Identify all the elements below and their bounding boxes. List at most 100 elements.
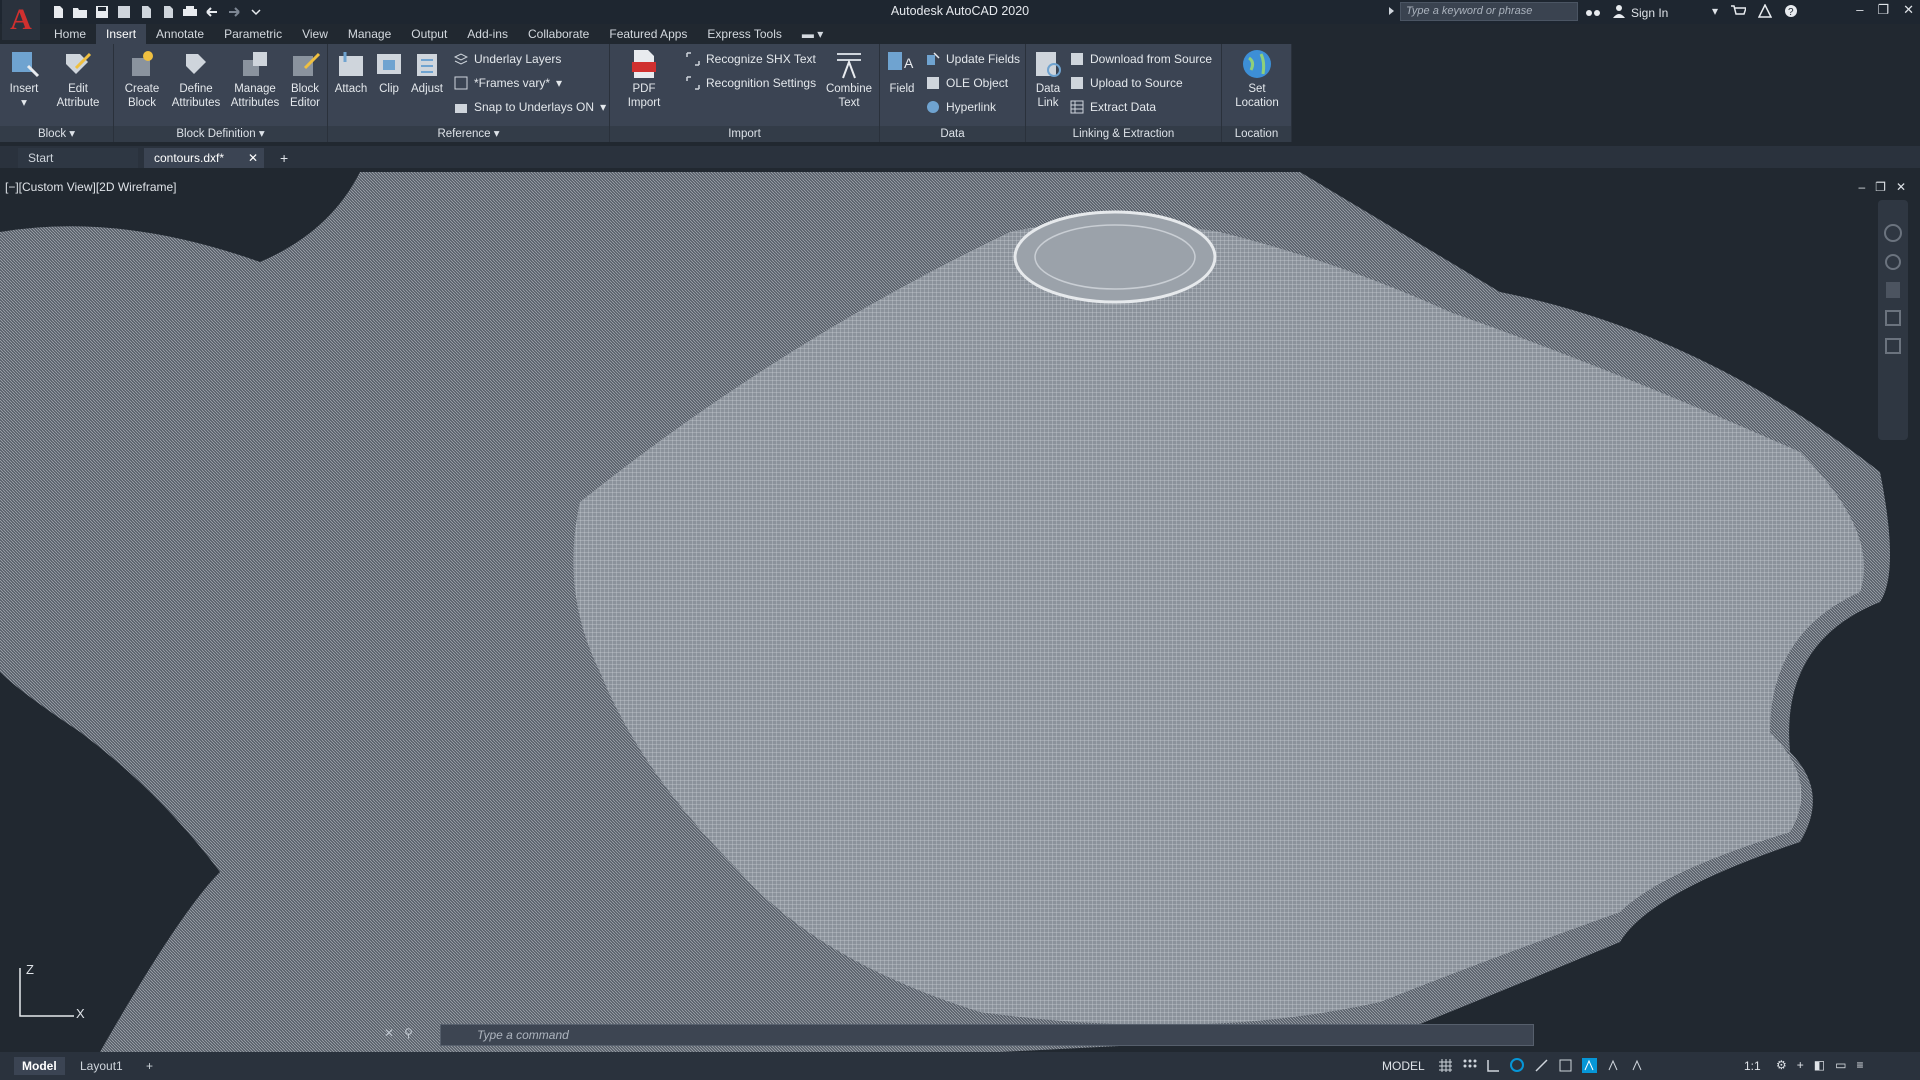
polar-tracking-icon[interactable] [1510,1058,1525,1073]
tab-contours-dxf[interactable]: contours.dxf* ✕ [144,148,264,168]
tab-output[interactable]: Output [401,24,457,44]
edit-attribute-button[interactable]: Edit Attribute [50,48,106,110]
isometric-icon[interactable] [1534,1058,1549,1073]
autodesk-a360-icon[interactable] [1757,3,1773,21]
combine-text-button[interactable]: Combine Text [822,48,876,110]
tab-featured-apps[interactable]: Featured Apps [599,24,697,44]
tab-view[interactable]: View [292,24,338,44]
dropdown-chevron-icon[interactable]: ▾ [1712,4,1718,21]
sign-in-button[interactable]: Sign In [1612,4,1668,21]
layout1-tab[interactable]: Layout1 [72,1057,131,1075]
zoom-icon[interactable] [1885,310,1901,326]
ole-object-button[interactable]: OLE Object [926,74,1008,92]
tab-express-tools[interactable]: Express Tools [697,24,791,44]
new-tab-icon[interactable]: + [280,150,288,166]
clean-screen-icon[interactable]: ▭ [1835,1058,1846,1072]
showmotion-icon[interactable] [1885,338,1901,354]
ole-object-icon [926,76,940,90]
block-panel-title[interactable]: Block ▾ [0,126,113,142]
adjust-button[interactable]: Adjust [408,48,446,96]
units-icon[interactable]: ◧ [1814,1058,1825,1072]
search-expand-icon[interactable] [1388,5,1396,19]
clip-button[interactable]: Clip [372,48,406,96]
attach-button[interactable]: Attach [332,48,370,96]
underlay-layers-button[interactable]: Underlay Layers [453,50,561,68]
ribbon-options-icon[interactable]: ▬ ▾ [792,24,833,44]
add-layout-icon[interactable]: + [138,1057,161,1075]
set-location-button[interactable]: Set Location [1230,48,1284,110]
model-layout-tab[interactable]: Model [14,1057,65,1075]
define-attributes-button[interactable]: Define Attributes [170,48,222,110]
restore-icon[interactable]: ❐ [1877,2,1889,18]
create-block-button[interactable]: Create Block [120,48,164,110]
tab-manage[interactable]: Manage [338,24,401,44]
viewport-restore-icon[interactable]: ❐ [1875,180,1886,194]
command-customize-icon[interactable]: ⚲ [404,1026,413,1040]
tab-collaborate[interactable]: Collaborate [518,24,599,44]
location-panel-title: Location [1222,126,1291,142]
steering-wheel-icon[interactable] [1884,224,1902,242]
annotation-visibility-icon[interactable] [1582,1058,1597,1073]
ucs-z-label: Z [26,962,34,977]
annotation-scale-value[interactable]: 1:1 [1744,1059,1761,1073]
grid-icon[interactable] [1438,1058,1453,1073]
help-icon[interactable]: ? [1784,4,1798,21]
block-definition-panel-title[interactable]: Block Definition ▾ [114,126,327,142]
model-space-toggle[interactable]: MODEL [1382,1059,1425,1073]
insert-button[interactable]: Insert ▾ [4,48,44,110]
viewport-controls-label[interactable]: [−][Custom View][2D Wireframe] [5,180,177,194]
snap-mode-icon[interactable] [1462,1058,1477,1073]
recognition-settings-button[interactable]: Recognition Settings [686,74,816,92]
extract-data-button[interactable]: Extract Data [1070,98,1156,116]
update-fields-button[interactable]: Update Fields [926,50,1020,68]
command-close-icon[interactable]: ✕ [384,1026,394,1040]
tab-annotate[interactable]: Annotate [146,24,214,44]
tab-insert[interactable]: Insert [96,24,147,44]
manage-attributes-button[interactable]: Manage Attributes [228,48,282,110]
auto-scale-icon[interactable] [1606,1058,1621,1073]
adjust-icon [411,48,443,80]
viewport-minimize-icon[interactable]: – [1858,180,1865,194]
search-input[interactable]: Type a keyword or phrase [1400,2,1578,21]
tab-parametric[interactable]: Parametric [214,24,292,44]
block-editor-icon [289,48,321,80]
command-input[interactable]: Type a command [440,1024,1534,1046]
workspace-gear-icon[interactable]: ⚙ [1776,1058,1787,1072]
tab-start[interactable]: Start [18,148,138,168]
svg-text:?: ? [1788,7,1794,18]
block-editor-button[interactable]: Block Editor [284,48,326,110]
drawing-viewport[interactable]: Z X [0,172,1920,1052]
recognize-shx-text-button[interactable]: Recognize SHX Text [686,50,816,68]
ortho-icon[interactable] [1486,1058,1501,1073]
data-link-button[interactable]: Data Link [1030,48,1066,110]
upload-to-source-button[interactable]: Upload to Source [1070,74,1183,92]
tab-add-ins[interactable]: Add-ins [457,24,518,44]
navigation-bar[interactable] [1878,200,1908,440]
object-snap-icon[interactable] [1558,1058,1573,1073]
cart-icon[interactable] [1730,4,1748,21]
snap-to-underlays-dropdown[interactable]: Snap to Underlays ON ▾ [454,98,606,116]
customization-menu-icon[interactable]: ≡ [1856,1058,1863,1072]
close-tab-icon[interactable]: ✕ [248,151,258,165]
viewport-close-icon[interactable]: ✕ [1896,180,1906,194]
frames-vary-dropdown[interactable]: *Frames vary* ▾ [454,74,562,92]
command-line-controls: ✕ ⚲ [384,1026,413,1040]
binoculars-icon[interactable] [1585,4,1601,21]
status-right-tools: ⚙ + ◧ ▭ ≡ [1776,1058,1863,1072]
field-icon: A [886,48,918,80]
close-icon[interactable]: ✕ [1903,2,1914,18]
document-tab-bar: Start contours.dxf* ✕ + [0,146,1920,168]
hyperlink-button[interactable]: Hyperlink [926,98,996,116]
annotation-scale-icon[interactable] [1630,1058,1645,1073]
pan-icon[interactable] [1886,282,1900,298]
tab-home[interactable]: Home [44,24,96,44]
orbit-icon[interactable] [1885,254,1901,270]
user-icon [1612,4,1626,21]
pdf-import-button[interactable]: PDF Import [622,48,666,110]
reference-panel-title[interactable]: Reference ▾ [328,126,609,142]
minimize-icon[interactable]: – [1856,2,1863,18]
crosshair-plus-icon[interactable]: + [1797,1058,1804,1072]
field-button[interactable]: A Field [884,48,920,96]
download-from-source-button[interactable]: Download from Source [1070,50,1212,68]
create-block-icon [126,48,158,80]
